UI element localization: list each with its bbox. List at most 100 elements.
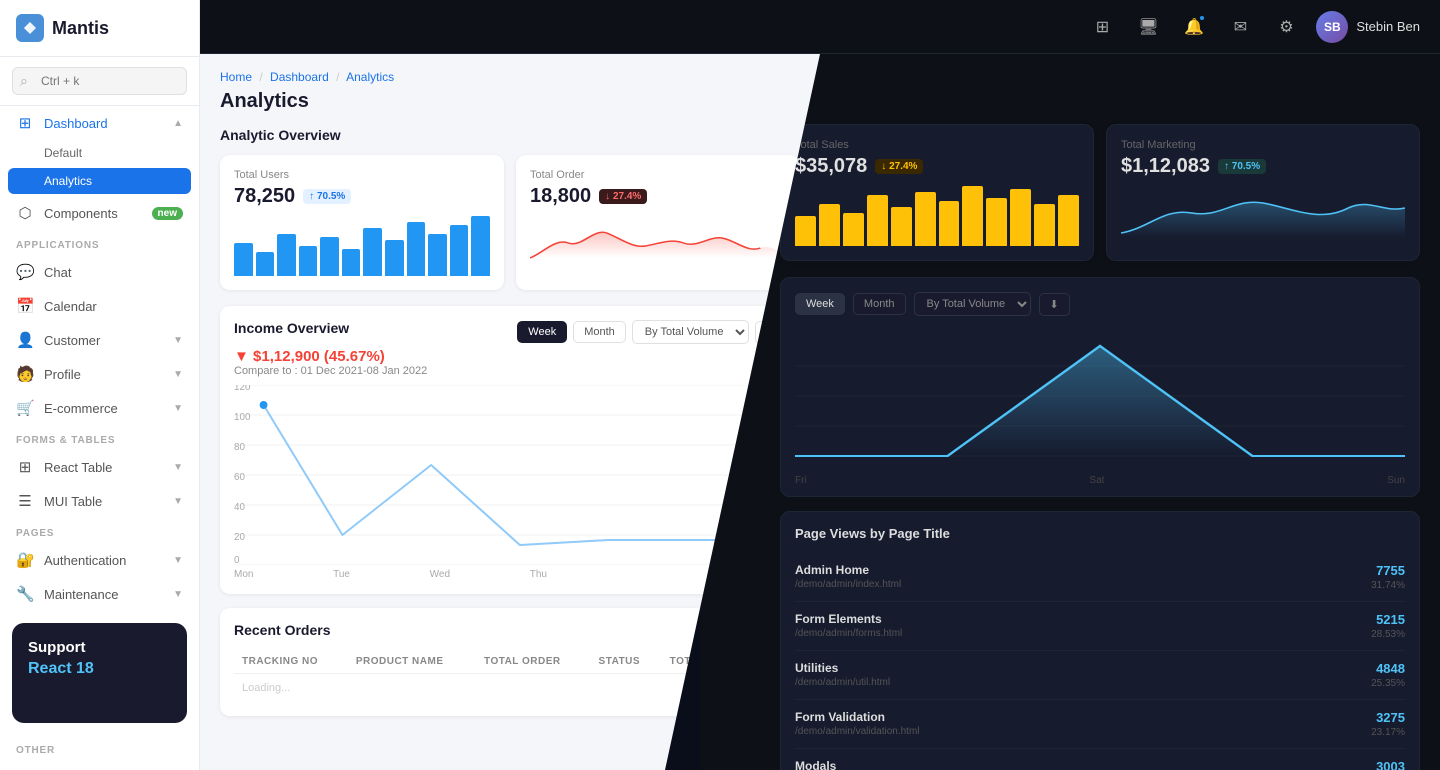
sidebar-item-chat[interactable]: 💬 Chat	[0, 255, 199, 289]
dark-month-button[interactable]: Month	[853, 293, 906, 315]
bar	[1058, 195, 1079, 246]
sidebar-item-mui-table[interactable]: ☰ MUI Table ▼	[0, 484, 199, 518]
metric-card-marketing: Total Marketing $1,12,083 ↑ 70.5%	[1106, 124, 1420, 261]
bar	[299, 246, 318, 276]
sidebar-item-calendar[interactable]: 📅 Calendar	[0, 289, 199, 323]
search-input[interactable]	[12, 67, 187, 95]
metric-card-sales: Total Sales $35,078 ↓ 27.4%	[780, 124, 1094, 261]
bar	[891, 207, 912, 246]
monitor-icon[interactable]: 🖥	[1132, 11, 1164, 43]
bar	[256, 252, 275, 276]
user-profile[interactable]: SB Stebin Ben	[1316, 11, 1420, 43]
sidebar-item-authentication[interactable]: 🔐 Authentication ▼	[0, 543, 199, 577]
sidebar-label-customer: Customer	[44, 333, 100, 348]
logo-icon	[16, 14, 44, 42]
notification-badge	[1198, 14, 1206, 22]
main-content: Home / Dashboard / Analytics Analytics A…	[200, 54, 1440, 770]
sidebar-item-default[interactable]: Default	[0, 140, 199, 166]
pv-count: 3003	[1371, 759, 1405, 770]
chevron-icon2: ▼	[173, 369, 183, 380]
week-button[interactable]: Week	[517, 321, 567, 343]
dark-volume-select[interactable]: By Total Volume	[914, 292, 1031, 316]
pv-url: /demo/admin/forms.html	[795, 628, 902, 639]
svg-text:40: 40	[234, 502, 245, 513]
sidebar-label-components: Components	[44, 206, 118, 221]
metric-value-marketing: $1,12,083 ↑ 70.5%	[1121, 155, 1405, 178]
bar	[320, 237, 339, 276]
page-views-list: Admin Home /demo/admin/index.html 7755 3…	[795, 553, 1405, 770]
components-badge: new	[152, 207, 183, 220]
bar	[843, 213, 864, 246]
settings-icon[interactable]: ⚙	[1270, 11, 1302, 43]
support-card[interactable]: Support React 18	[12, 623, 187, 723]
sidebar-label-ecommerce: E-commerce	[44, 401, 118, 416]
dark-week-button[interactable]: Week	[795, 293, 845, 315]
breadcrumb-sep2: /	[336, 70, 339, 84]
bar	[450, 225, 469, 276]
calendar-icon: 📅	[16, 297, 34, 315]
sidebar-item-ecommerce[interactable]: 🛒 E-commerce ▼	[0, 391, 199, 425]
metric-value-users: 78,250 ↑ 70.5%	[234, 185, 490, 208]
metric-card-users: Total Users 78,250 ↑ 70.5%	[220, 155, 504, 290]
pv-page-name: Form Elements	[795, 612, 902, 626]
col-total-order: TOTAL ORDER	[476, 650, 591, 674]
grid-icon[interactable]: ⊞	[1086, 11, 1118, 43]
metric-label-marketing: Total Marketing	[1121, 139, 1405, 151]
mail-icon[interactable]: ✉	[1224, 11, 1256, 43]
bar	[428, 234, 447, 276]
users-bar-chart	[234, 216, 490, 276]
bar	[867, 195, 888, 246]
dark-chart-controls: Week Month By Total Volume ⬇	[795, 292, 1405, 316]
profile-icon: 🧑	[16, 365, 34, 383]
bar	[385, 240, 404, 276]
sidebar-item-analytics[interactable]: Analytics	[8, 168, 191, 194]
chevron-icon3: ▼	[173, 403, 183, 414]
order-area-chart	[530, 208, 786, 268]
topbar: ⊞ 🖥 🔔 ✉ ⚙ SB Stebin Ben	[200, 0, 1440, 54]
pv-pct: 25.35%	[1371, 678, 1405, 689]
sidebar-item-maintenance[interactable]: 🔧 Maintenance ▼	[0, 577, 199, 611]
bar	[962, 186, 983, 246]
sidebar-item-react-table[interactable]: ⊞ React Table ▼	[0, 450, 199, 484]
sidebar: Mantis ⊞ Dashboard ▲ Default Analytics ⬡…	[0, 0, 200, 770]
sidebar-item-components[interactable]: ⬡ Components new	[0, 196, 199, 230]
pv-count: 7755	[1371, 563, 1405, 578]
page-view-item: Admin Home /demo/admin/index.html 7755 3…	[795, 553, 1405, 602]
income-header: Income Overview ▼ $1,12,900 (45.67%) Com…	[234, 320, 786, 377]
sidebar-item-menu-levels[interactable]: ☰ Menu Levels ▼	[0, 760, 199, 770]
sidebar-label-profile: Profile	[44, 367, 81, 382]
pv-url: /demo/admin/util.html	[795, 677, 890, 688]
income-section-title: Income Overview	[234, 320, 427, 336]
metric-cards-light: Total Users 78,250 ↑ 70.5%	[220, 155, 800, 290]
svg-text:120: 120	[234, 385, 251, 393]
metric-value-order: 18,800 ↓ 27.4%	[530, 185, 786, 208]
pv-url: /demo/admin/validation.html	[795, 726, 920, 737]
mui-table-icon: ☰	[16, 492, 34, 510]
pv-pct: 23.17%	[1371, 727, 1405, 738]
notification-icon[interactable]: 🔔	[1178, 11, 1210, 43]
section-label-other: Other	[0, 735, 199, 760]
sidebar-label-authentication: Authentication	[44, 553, 126, 568]
dark-download-icon[interactable]: ⬇	[1039, 293, 1070, 316]
pv-count: 3275	[1371, 710, 1405, 725]
sidebar-item-profile[interactable]: 🧑 Profile ▼	[0, 357, 199, 391]
page-title: Analytics	[220, 90, 800, 113]
breadcrumb-dashboard[interactable]: Dashboard	[270, 70, 329, 84]
bar	[986, 198, 1007, 246]
metric-label-order: Total Order	[530, 169, 786, 181]
month-button[interactable]: Month	[573, 321, 626, 343]
pv-pct: 31.74%	[1371, 580, 1405, 591]
bar	[795, 216, 816, 246]
marketing-area-chart	[1121, 178, 1405, 238]
breadcrumb-home[interactable]: Home	[220, 70, 252, 84]
sidebar-label-calendar: Calendar	[44, 299, 97, 314]
page-view-item: Utilities /demo/admin/util.html 4848 25.…	[795, 651, 1405, 700]
chevron-icon: ▼	[173, 335, 183, 346]
sidebar-item-customer[interactable]: 👤 Customer ▼	[0, 323, 199, 357]
up-arrow-icon: ↑	[309, 191, 314, 202]
sidebar-item-dashboard[interactable]: ⊞ Dashboard ▲	[0, 106, 199, 140]
chevron-icon7: ▼	[173, 589, 183, 600]
volume-select[interactable]: By Total Volume	[632, 320, 749, 344]
chevron-icon4: ▼	[173, 462, 183, 473]
chevron-icon5: ▼	[173, 496, 183, 507]
